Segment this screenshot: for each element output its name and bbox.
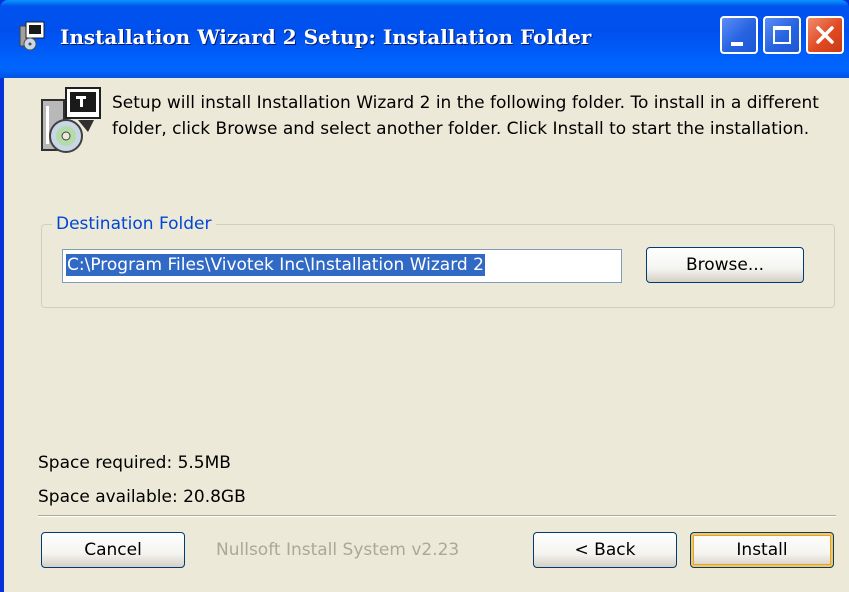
footer-divider <box>38 515 836 517</box>
destination-path-input[interactable]: C:\Program Files\Vivotek Inc\Installatio… <box>62 249 622 283</box>
install-button-label: Install <box>736 540 788 560</box>
back-button-label: < Back <box>574 540 636 560</box>
install-button[interactable]: Install <box>690 532 834 568</box>
installer-icon <box>19 21 45 51</box>
browse-button-label: Browse... <box>685 255 765 275</box>
destination-path-value: C:\Program Files\Vivotek Inc\Installatio… <box>66 254 485 276</box>
space-required-text: Space required: 5.5MB <box>38 453 231 473</box>
window-title: Installation Wizard 2 Setup: Installatio… <box>60 25 592 49</box>
close-button[interactable] <box>806 16 844 54</box>
cancel-button[interactable]: Cancel <box>41 532 185 568</box>
destination-folder-group: Destination Folder C:\Program Files\Vivo… <box>41 213 835 308</box>
title-bar[interactable]: Installation Wizard 2 Setup: Installatio… <box>0 0 849 78</box>
destination-folder-label: Destination Folder <box>52 213 216 235</box>
dialog-body: Setup will install Installation Wizard 2… <box>4 78 849 592</box>
minimize-button[interactable] <box>720 16 758 54</box>
minimize-icon <box>731 42 743 46</box>
cancel-button-label: Cancel <box>84 540 142 560</box>
setup-cd-icon <box>41 87 101 153</box>
space-available-text: Space available: 20.8GB <box>38 487 246 507</box>
browse-button[interactable]: Browse... <box>646 247 804 283</box>
installer-window: Installation Wizard 2 Setup: Installatio… <box>0 0 849 592</box>
intro-text: Setup will install Installation Wizard 2… <box>112 93 819 139</box>
maximize-icon <box>773 26 791 44</box>
nsis-branding-text: Nullsoft Install System v2.23 <box>216 540 460 560</box>
maximize-button[interactable] <box>763 16 801 54</box>
back-button[interactable]: < Back <box>533 532 677 568</box>
close-icon <box>816 26 834 44</box>
